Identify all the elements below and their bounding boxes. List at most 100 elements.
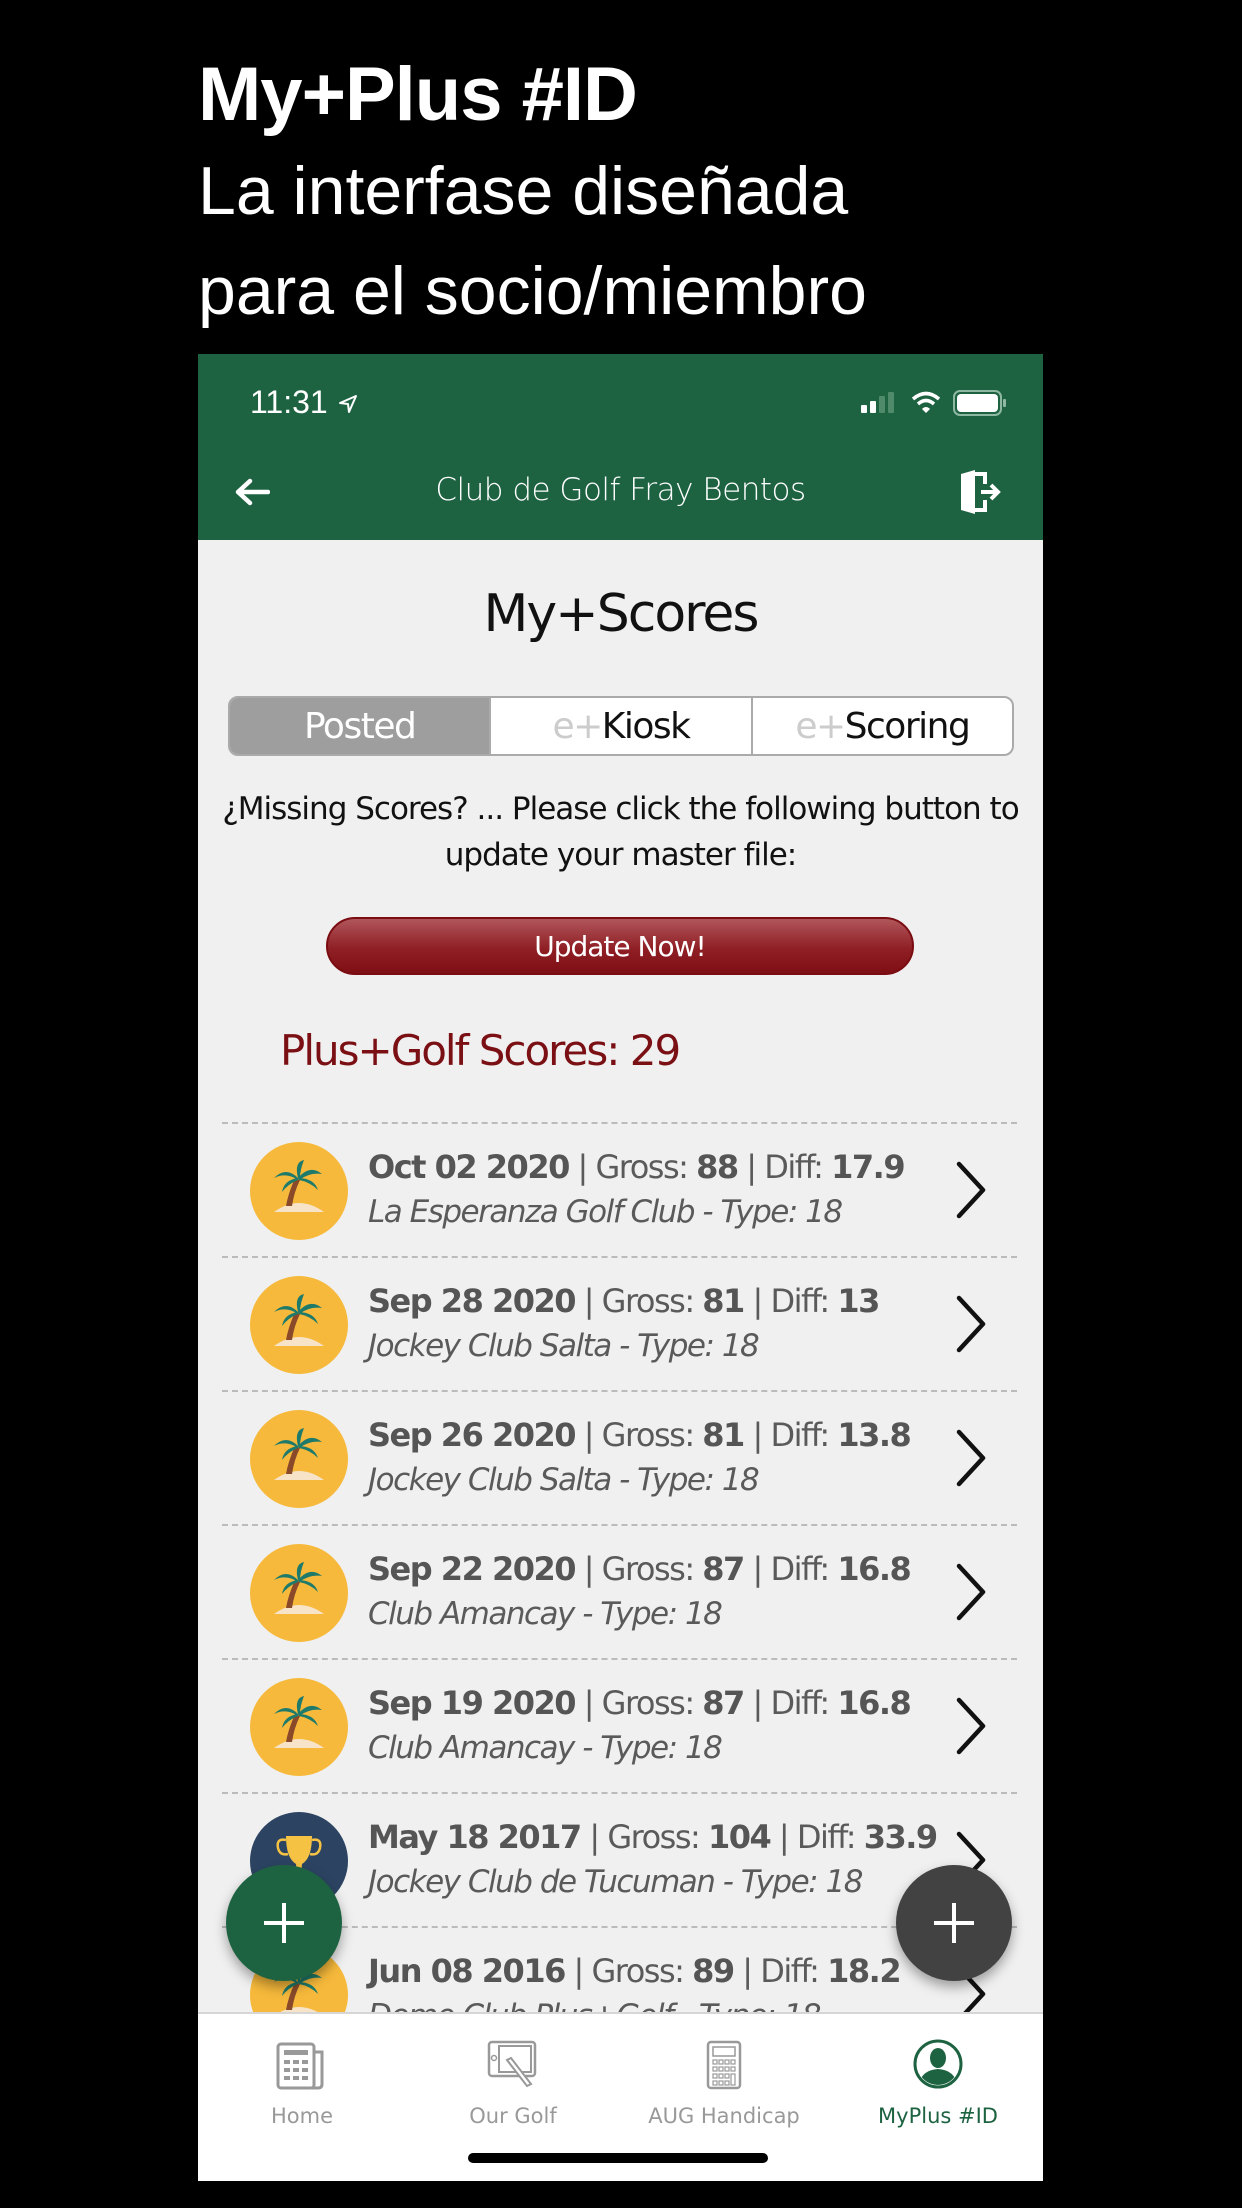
separator: | xyxy=(742,1952,753,1990)
score-gross: 104 xyxy=(707,1818,772,1856)
tabbar-label: MyPlus #ID xyxy=(878,2104,998,2128)
battery-icon xyxy=(953,390,1006,416)
gross-label: Gross: xyxy=(601,1282,695,1320)
type-label: Type: xyxy=(720,1194,798,1230)
score-summary: Oct 02 2020 | Gross: 88 | Diff: 17.9 xyxy=(368,1144,906,1190)
sign-out-door-icon xyxy=(961,470,1001,514)
chevron-right-icon xyxy=(956,1295,986,1353)
score-gross: 81 xyxy=(702,1282,745,1320)
gross-label: Gross: xyxy=(601,1550,695,1588)
score-row[interactable]: Sep 26 2020 | Gross: 81 | Diff: 13.8 Jock… xyxy=(222,1390,1017,1524)
score-gross: 89 xyxy=(692,1952,735,1990)
add-score-fab-right[interactable] xyxy=(896,1865,1012,1981)
tab-prefix: e+ xyxy=(552,705,603,747)
tab-e-scoring[interactable]: e+ Scoring xyxy=(750,698,1012,754)
score-row[interactable]: Sep 19 2020 | Gross: 87 | Diff: 16.8 Club… xyxy=(222,1658,1017,1792)
separator: | xyxy=(752,1416,763,1454)
score-club: Club Amancay xyxy=(368,1730,575,1766)
caption-line-1: La interfase diseñada xyxy=(198,153,849,229)
separator: | xyxy=(752,1282,763,1320)
row-chevron[interactable] xyxy=(953,1160,989,1225)
palm-island-icon xyxy=(274,1562,324,1614)
score-date: Sep 22 2020 xyxy=(368,1550,577,1588)
plus-icon xyxy=(934,1903,974,1943)
score-summary: Sep 26 2020 | Gross: 81 | Diff: 13.8 xyxy=(368,1412,912,1458)
type-label: Type: xyxy=(740,1864,819,1900)
score-date: Jun 08 2016 xyxy=(368,1952,566,1990)
palm-island-icon xyxy=(274,1294,324,1346)
gross-label: Gross: xyxy=(601,1684,695,1722)
type-label: Type: xyxy=(637,1328,715,1364)
chevron-right-icon xyxy=(956,1697,986,1755)
score-row[interactable]: Oct 02 2020 | Gross: 88 | Diff: 17.9 La E… xyxy=(222,1122,1017,1256)
logout-button[interactable] xyxy=(957,468,1003,521)
add-score-fab-left[interactable] xyxy=(226,1865,342,1981)
score-date: Sep 26 2020 xyxy=(368,1416,577,1454)
diff-label: Diff: xyxy=(770,1282,830,1320)
score-club-line: Jockey Club Salta - Type: 18 xyxy=(368,1462,760,1498)
row-chevron[interactable] xyxy=(953,1428,989,1493)
tab-e-kiosk[interactable]: e+ Kiosk xyxy=(489,698,750,754)
score-gross: 87 xyxy=(702,1684,745,1722)
score-club: Jockey Club Salta xyxy=(368,1462,612,1498)
tabbar-label: Home xyxy=(270,2104,333,2128)
separator: | xyxy=(752,1550,763,1588)
score-club: Jockey Club Salta xyxy=(368,1328,612,1364)
score-type-avatar xyxy=(250,1544,348,1642)
page-title: My+Scores xyxy=(483,584,760,644)
score-summary: May 18 2017 | Gross: 104 | Diff: 33.9 xyxy=(368,1814,938,1860)
tabbar-item-home[interactable]: Home xyxy=(202,2028,402,2128)
score-diff: 16.8 xyxy=(837,1684,911,1722)
tabbar-item-myplus-id[interactable]: MyPlus #ID xyxy=(838,2028,1038,2128)
score-diff: 16.8 xyxy=(837,1550,911,1588)
score-details: Sep 28 2020 | Gross: 81 | Diff: 13 Jockey… xyxy=(368,1278,880,1368)
separator: | xyxy=(752,1684,763,1722)
diff-label: Diff: xyxy=(796,1818,857,1856)
score-summary: Sep 22 2020 | Gross: 87 | Diff: 16.8 xyxy=(368,1546,912,1592)
score-row[interactable]: Sep 28 2020 | Gross: 81 | Diff: 13 Jockey… xyxy=(222,1256,1017,1390)
score-gross: 88 xyxy=(696,1148,739,1186)
wifi-icon xyxy=(911,391,941,413)
scores-count: Plus+Golf Scores: 29 xyxy=(280,1026,681,1075)
diff-label: Diff: xyxy=(760,1952,820,1990)
home-indicator[interactable] xyxy=(468,2153,768,2163)
score-diff: 17.9 xyxy=(831,1148,905,1186)
tabbar-item-our-golf[interactable]: Our Golf xyxy=(413,2028,613,2128)
app-header: 11:31 Club de Golf Fray Bentos xyxy=(198,354,1043,540)
type-label: Type: xyxy=(600,1730,678,1766)
separator: | xyxy=(583,1416,595,1454)
score-details: Sep 22 2020 | Gross: 87 | Diff: 16.8 Club… xyxy=(368,1546,912,1636)
tab-label: Kiosk xyxy=(601,705,691,747)
row-chevron[interactable] xyxy=(953,1294,989,1359)
score-summary: Sep 19 2020 | Gross: 87 | Diff: 16.8 xyxy=(368,1680,912,1726)
tabbar-label: AUG Handicap xyxy=(648,2104,800,2128)
palm-island-icon xyxy=(274,1696,324,1748)
chevron-right-icon xyxy=(956,1161,986,1219)
score-diff: 33.9 xyxy=(863,1818,938,1856)
score-type-avatar xyxy=(250,1142,348,1240)
palm-island-icon xyxy=(274,1428,324,1480)
update-now-button[interactable]: Update Now! xyxy=(326,917,914,975)
score-row[interactable]: Sep 22 2020 | Gross: 87 | Diff: 16.8 Club… xyxy=(222,1524,1017,1658)
score-type: 18 xyxy=(805,1194,843,1230)
score-type-avatar xyxy=(250,1410,348,1508)
signal-icon xyxy=(861,392,894,413)
score-gross: 87 xyxy=(702,1550,745,1588)
tabbar-item-aug-handicap[interactable]: AUG Handicap xyxy=(624,2028,824,2128)
tabbar-label: Our Golf xyxy=(469,2104,557,2128)
separator: | xyxy=(589,1818,600,1856)
score-club-line: Club Amancay - Type: 18 xyxy=(368,1730,723,1766)
tab-prefix: e+ xyxy=(795,705,846,747)
row-chevron[interactable] xyxy=(953,1696,989,1761)
score-source-tabs: Posted e+ Kiosk e+ Scoring xyxy=(228,696,1014,756)
score-type: 18 xyxy=(684,1730,723,1766)
tab-posted[interactable]: Posted xyxy=(230,698,490,754)
score-details: Sep 19 2020 | Gross: 87 | Diff: 16.8 Club… xyxy=(368,1680,912,1770)
score-summary: Sep 28 2020 | Gross: 81 | Diff: 13 xyxy=(368,1278,880,1324)
score-club: Club Amancay xyxy=(368,1596,575,1632)
row-chevron[interactable] xyxy=(953,1562,989,1627)
nav-title: Club de Golf Fray Bentos xyxy=(435,472,806,508)
gross-label: Gross: xyxy=(601,1416,695,1454)
separator: | xyxy=(583,1282,595,1320)
separator: | xyxy=(746,1148,757,1186)
